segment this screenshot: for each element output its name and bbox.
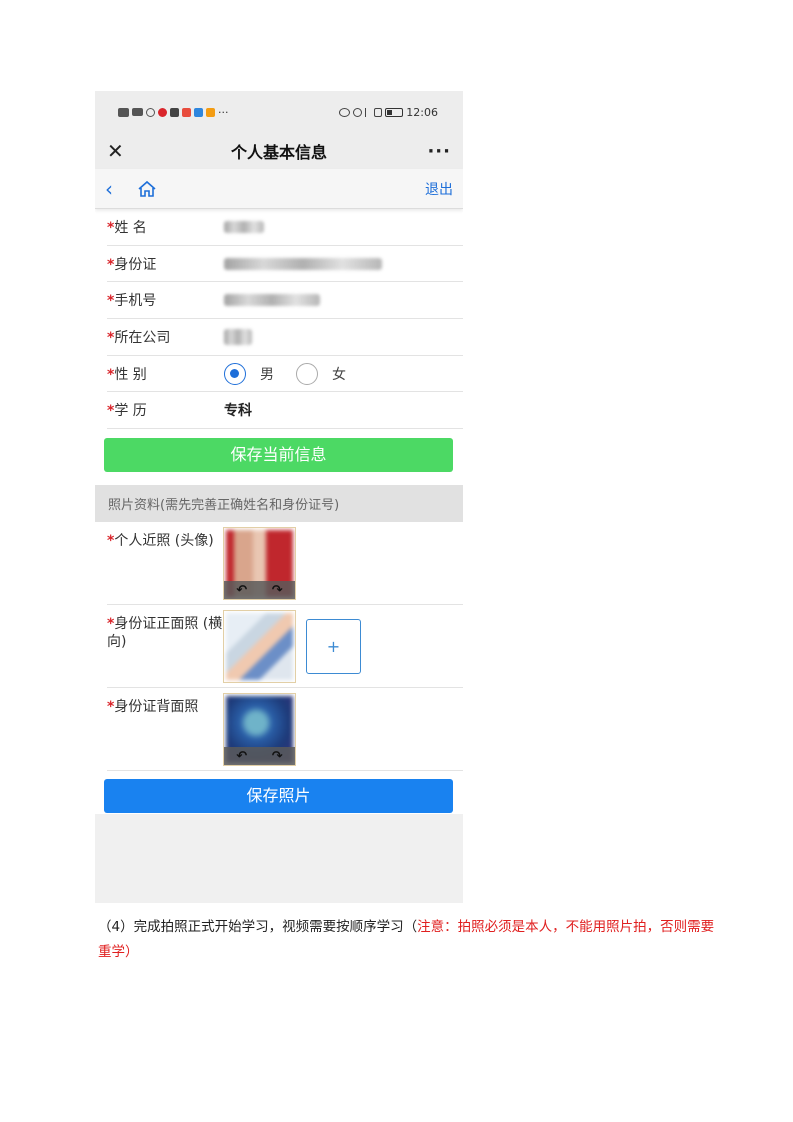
gender-radio-male[interactable]: 男 [224, 362, 274, 385]
save-info-button[interactable]: 保存当前信息 [104, 438, 453, 473]
company-value-redacted[interactable] [224, 328, 252, 345]
battery-icon [385, 107, 404, 117]
company-row: *所在公司 [107, 319, 463, 356]
caption-suffix: ） [125, 944, 139, 960]
status-bar: ··· 12:06 [95, 91, 463, 133]
more-notifications: ··· [218, 105, 229, 119]
home-icon[interactable] [137, 180, 157, 198]
hd-icon [118, 107, 129, 117]
field-label: *个人近照 (头像) [107, 533, 214, 550]
mail-icon [170, 107, 179, 117]
back-icon[interactable]: ‹ [105, 177, 137, 201]
rotate-left-icon[interactable]: ↶ [236, 583, 247, 598]
clock: 12:06 [406, 105, 438, 119]
title-bar: ✕ 个人基本信息 ··· [95, 133, 463, 169]
nav-bar: ‹ 退出 [95, 169, 463, 209]
phone-row: *手机号 [107, 282, 463, 320]
name-value-redacted[interactable] [224, 220, 264, 233]
video-icon [206, 107, 215, 117]
signal-icon [132, 108, 143, 116]
phone-screenshot: ··· 12:06 ✕ 个人基本信息 ··· ‹ 退出 *姓 名 *身份证 *手… [95, 91, 463, 903]
id-number-row: *身份证 [107, 246, 463, 283]
radio-unselected-icon[interactable] [296, 362, 318, 385]
more-menu-icon[interactable]: ··· [421, 141, 451, 162]
caption-text: （4）完成拍照正式开始学习，视频需要按顺序学习（ [98, 919, 418, 935]
photo-section-header: 照片资料(需先完善正确姓名和身份证号) [95, 485, 463, 523]
app-notification-icon [182, 107, 191, 117]
rotate-controls: ↶ ↷ [224, 747, 295, 766]
field-label: *学 历 [107, 403, 147, 420]
gender-radio-female[interactable]: 女 [296, 362, 346, 385]
eye-icon [339, 107, 351, 117]
field-label: *身份证背面照 [107, 699, 199, 716]
empty-area [95, 814, 463, 903]
field-label: *性 别 [107, 366, 147, 383]
wifi-icon [146, 107, 155, 117]
instruction-caption: （4）完成拍照正式开始学习，视频需要按顺序学习（注意：拍照必须是本人，不能用照片… [98, 915, 718, 965]
radio-selected-icon[interactable] [224, 362, 246, 385]
add-photo-button[interactable]: + [306, 619, 361, 675]
field-label: *身份证 [107, 256, 157, 273]
alarm-icon [353, 107, 363, 117]
app-notification-icon [158, 107, 167, 117]
id-number-value-redacted[interactable] [224, 257, 382, 270]
avatar-photo-row: *个人近照 (头像) ↶ ↷ [107, 522, 463, 606]
logout-link[interactable]: 退出 [425, 179, 453, 199]
bluetooth-icon [365, 107, 371, 117]
field-label: *姓 名 [107, 219, 147, 236]
name-row: *姓 名 [107, 209, 463, 246]
id-front-photo-thumbnail[interactable] [223, 610, 296, 684]
cloud-icon [194, 107, 203, 117]
phone-value-redacted[interactable] [224, 294, 320, 307]
education-value[interactable]: 专科 [224, 400, 252, 420]
status-icons-right: 12:06 [339, 106, 438, 119]
field-label: *手机号 [107, 293, 157, 310]
field-label: *所在公司 [107, 329, 171, 346]
close-icon[interactable]: ✕ [107, 139, 137, 163]
status-icons-left: ··· [118, 106, 229, 119]
education-row: *学 历 专科 [107, 392, 463, 430]
gender-row: *性 别 男 女 [107, 356, 463, 393]
vibrate-icon [374, 107, 383, 117]
field-label: *身份证正面照 (横向) [107, 616, 223, 651]
rotate-right-icon[interactable]: ↷ [272, 583, 283, 598]
id-back-photo-thumbnail[interactable]: ↶ ↷ [223, 693, 296, 767]
page-title: 个人基本信息 [230, 143, 327, 162]
id-back-photo-row: *身份证背面照 ↶ ↷ [107, 688, 463, 772]
basic-info-form: *姓 名 *身份证 *手机号 *所在公司 *性 别 男 女 *学 历 专科 [95, 209, 463, 430]
save-photo-button[interactable]: 保存照片 [104, 779, 453, 814]
rotate-controls: ↶ ↷ [224, 581, 295, 600]
rotate-right-icon[interactable]: ↷ [272, 749, 283, 764]
avatar-photo-thumbnail[interactable]: ↶ ↷ [223, 527, 296, 601]
id-front-photo-row: *身份证正面照 (横向) + [107, 605, 463, 689]
rotate-left-icon[interactable]: ↶ [236, 749, 247, 764]
